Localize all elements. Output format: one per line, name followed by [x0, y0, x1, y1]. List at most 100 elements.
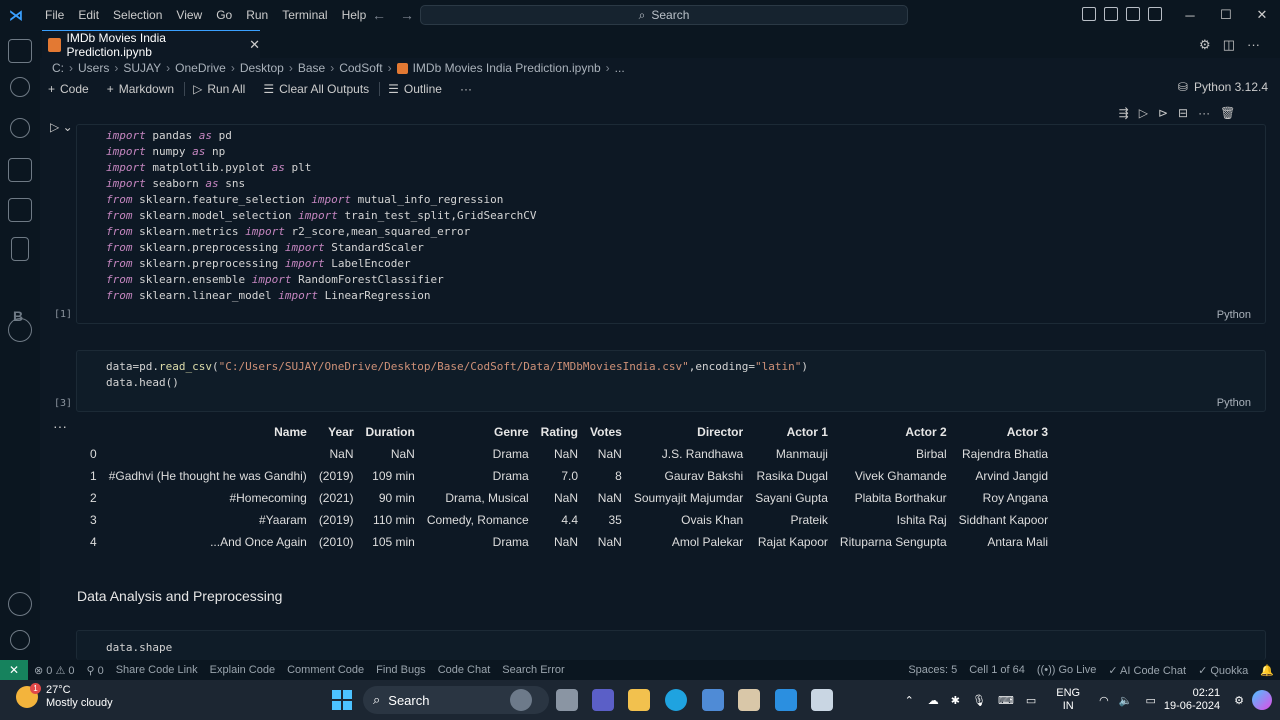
weather-widget[interactable]: 1 27°C Mostly cloudy: [16, 683, 113, 710]
snipping-tool-icon[interactable]: [811, 689, 833, 711]
cell-language-label[interactable]: Python: [1217, 397, 1251, 409]
menu-terminal[interactable]: Terminal: [275, 0, 334, 30]
code-editor[interactable]: import pandas as pd import numpy as np imp…: [106, 128, 537, 304]
edge-icon[interactable]: [665, 689, 687, 711]
status-spaces[interactable]: Spaces: 5: [902, 664, 963, 676]
lightning-icon[interactable]: [8, 318, 32, 342]
code-cell-shape[interactable]: data.shape: [76, 630, 1266, 660]
code-editor[interactable]: data.shape: [106, 640, 172, 656]
file-explorer-icon[interactable]: [628, 689, 650, 711]
display-icon[interactable]: ▭: [1026, 694, 1036, 707]
toggle-panel-icon[interactable]: [1104, 7, 1118, 21]
clock[interactable]: 02:21 19-06-2024: [1164, 687, 1220, 713]
kernel-picker[interactable]: ⛁ Python 3.12.4: [1178, 80, 1268, 94]
breadcrumb-item[interactable]: Users: [78, 61, 109, 75]
back-arrow-icon[interactable]: ←: [372, 7, 386, 23]
menu-file[interactable]: File: [38, 0, 71, 30]
more-actions-icon[interactable]: ···: [1247, 37, 1260, 53]
menu-edit[interactable]: Edit: [71, 0, 106, 30]
keyboard-icon[interactable]: ⌨: [998, 694, 1014, 707]
show-hidden-icons-chevron-icon[interactable]: ⌃: [905, 694, 914, 707]
slack-icon[interactable]: ✱: [951, 694, 960, 707]
microsoft-store-icon[interactable]: [702, 689, 724, 711]
extensions-icon[interactable]: [8, 198, 32, 222]
breadcrumb-item[interactable]: Desktop: [240, 61, 284, 75]
status-find-bugs[interactable]: Find Bugs: [370, 664, 432, 676]
menu-help[interactable]: Help: [335, 0, 374, 30]
menu-run[interactable]: Run: [239, 0, 275, 30]
toggle-secondary-sidebar-icon[interactable]: [1126, 7, 1140, 21]
search-view-icon[interactable]: [10, 77, 30, 97]
amazon-icon[interactable]: [738, 689, 760, 711]
toggle-sidebar-icon[interactable]: [1082, 7, 1096, 21]
ports-indicator[interactable]: ⚲ 0: [80, 664, 109, 677]
close-tab-icon[interactable]: ✕: [249, 37, 260, 53]
split-cell-icon[interactable]: ⊟: [1178, 106, 1188, 120]
menu-go[interactable]: Go: [209, 0, 239, 30]
status-cell-position[interactable]: Cell 1 of 64: [963, 664, 1031, 676]
code-editor[interactable]: data=pd.read_csv("C:/Users/SUJAY/OneDriv…: [106, 359, 808, 391]
customize-layout-icon[interactable]: [1148, 7, 1162, 21]
notification-center-icon[interactable]: ⚙: [1234, 694, 1244, 707]
command-search-box[interactable]: ⌕ Search: [420, 5, 908, 25]
remote-indicator-icon[interactable]: ✕: [0, 660, 28, 680]
minimize-button[interactable]: ─: [1172, 8, 1208, 23]
maximize-button[interactable]: ☐: [1208, 7, 1244, 23]
vscode-taskbar-icon[interactable]: [775, 689, 797, 711]
toolbar-more-button[interactable]: ···: [452, 82, 482, 96]
execute-cell-below-icon[interactable]: ⊳: [1158, 106, 1168, 120]
breadcrumb-item[interactable]: Base: [298, 61, 325, 75]
code-cell-imports[interactable]: import pandas as pd import numpy as np imp…: [76, 124, 1266, 324]
breadcrumb-item[interactable]: OneDrive: [175, 61, 226, 75]
teams-icon[interactable]: [592, 689, 614, 711]
breadcrumb-item[interactable]: SUJAY: [123, 61, 161, 75]
notebook-settings-gear-icon[interactable]: ⚙: [1199, 37, 1211, 53]
split-editor-icon[interactable]: ◫: [1223, 37, 1235, 53]
task-view-icon[interactable]: [556, 689, 578, 711]
run-debug-icon[interactable]: [8, 158, 32, 182]
status-ai-code-chat[interactable]: ✓ AI Code Chat: [1102, 664, 1192, 677]
windows-start-icon[interactable]: [332, 690, 352, 710]
menu-selection[interactable]: Selection: [106, 0, 169, 30]
forward-arrow-icon[interactable]: →: [400, 7, 414, 23]
outline-button[interactable]: ☰ Outline: [380, 82, 452, 96]
code-cell-read-csv[interactable]: data=pd.read_csv("C:/Users/SUJAY/OneDriv…: [76, 350, 1266, 412]
explorer-icon[interactable]: [8, 39, 32, 63]
execute-below-icon[interactable]: ▷: [1139, 106, 1148, 120]
breadcrumb-item[interactable]: IMDb Movies India Prediction.ipynb: [413, 61, 601, 75]
output-actions-icon[interactable]: ···: [53, 418, 67, 434]
breadcrumb-item[interactable]: C:: [52, 61, 64, 75]
menu-view[interactable]: View: [169, 0, 209, 30]
tab-notebook[interactable]: IMDb Movies India Prediction.ipynb ✕: [42, 30, 260, 59]
wifi-icon[interactable]: ◠: [1099, 694, 1109, 707]
notifications-bell-icon[interactable]: 🔔: [1254, 664, 1280, 677]
source-control-icon[interactable]: [10, 118, 30, 138]
status-go-live[interactable]: ((•)) Go Live: [1031, 664, 1102, 676]
volume-icon[interactable]: 🔈: [1119, 694, 1133, 707]
breadcrumb-item[interactable]: ...: [615, 61, 625, 75]
close-window-button[interactable]: ✕: [1244, 7, 1280, 23]
settings-gear-icon[interactable]: [10, 630, 30, 650]
cell-language-label[interactable]: Python: [1217, 309, 1251, 321]
add-markdown-cell-button[interactable]: + Markdown: [99, 82, 184, 96]
delete-cell-icon[interactable]: 🗑: [1220, 106, 1235, 120]
status-search-error[interactable]: Search Error: [496, 664, 570, 676]
account-icon[interactable]: [8, 592, 32, 616]
cell-more-icon[interactable]: ···: [1198, 106, 1210, 120]
breadcrumb-item[interactable]: CodSoft: [339, 61, 382, 75]
execute-above-icon[interactable]: ⇶: [1119, 106, 1129, 120]
status-explain-code[interactable]: Explain Code: [204, 664, 281, 676]
status-code-chat[interactable]: Code Chat: [432, 664, 497, 676]
testing-flask-icon[interactable]: [11, 237, 29, 261]
status-comment-code[interactable]: Comment Code: [281, 664, 370, 676]
problems-indicator[interactable]: ⊗ 0 ⚠ 0: [28, 664, 80, 677]
copilot-icon[interactable]: [1252, 690, 1272, 710]
status-quokka[interactable]: ✓ Quokka: [1192, 664, 1254, 677]
add-code-cell-button[interactable]: + Code: [40, 82, 99, 96]
clear-all-outputs-button[interactable]: ☰ Clear All Outputs: [255, 82, 379, 96]
run-all-button[interactable]: ▷ Run All: [185, 82, 255, 96]
input-language[interactable]: ENG IN: [1056, 687, 1080, 713]
microphone-icon[interactable]: 🎙: [972, 694, 986, 707]
run-cell-button[interactable]: ▷ ⌄: [50, 120, 73, 134]
markdown-heading[interactable]: Data Analysis and Preprocessing: [77, 588, 282, 604]
